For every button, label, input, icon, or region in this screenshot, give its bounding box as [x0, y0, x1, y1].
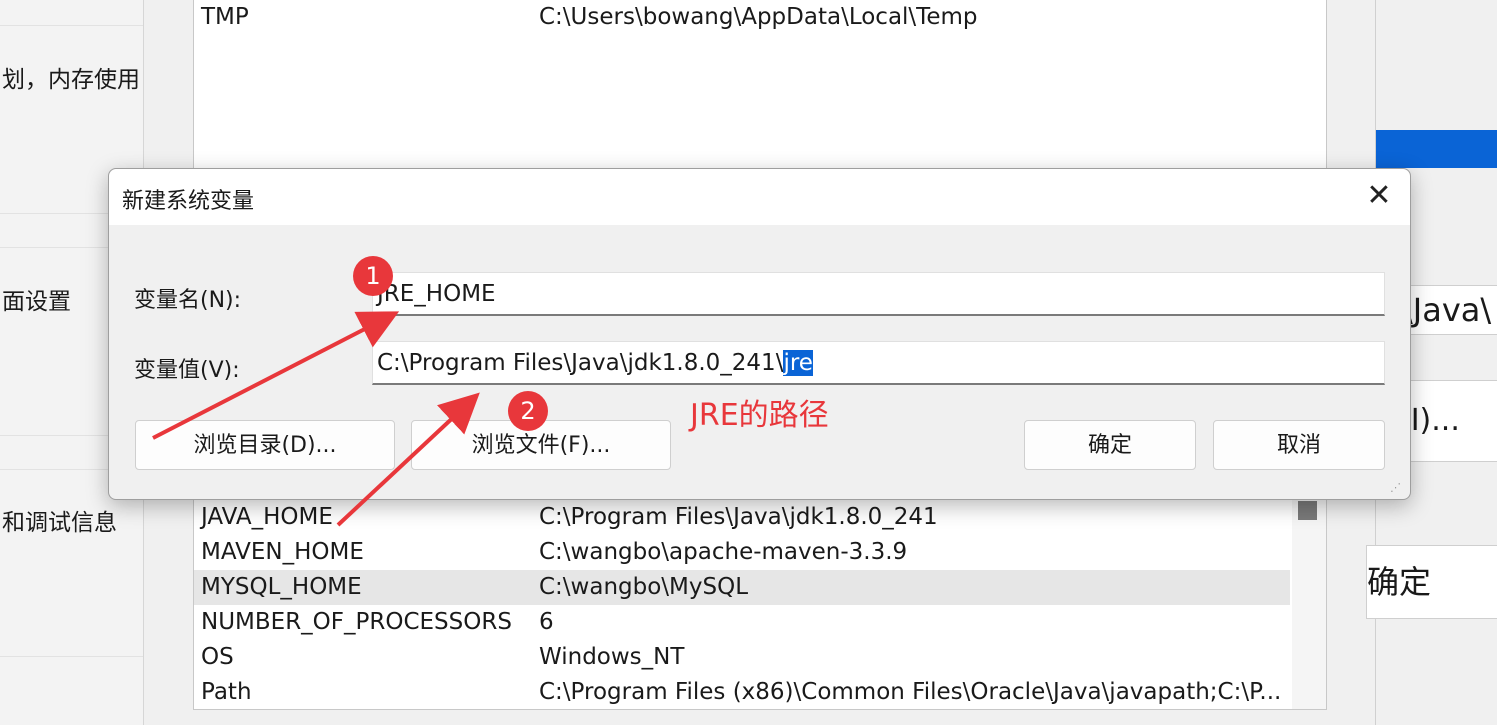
button-label: (I)... — [1407, 403, 1460, 438]
browse-directory-button[interactable]: 浏览目录(D)... — [135, 420, 395, 470]
divider — [0, 25, 143, 26]
table-row[interactable]: OS Windows_NT — [194, 640, 1290, 675]
resize-grip-icon[interactable]: ⋰ — [1390, 481, 1404, 495]
variable-name-label: 变量名(N): — [134, 288, 242, 313]
variable-value: Windows_NT — [539, 644, 685, 670]
annotation-label: JRE的路径 — [690, 398, 829, 433]
vertical-scrollbar[interactable] — [1292, 499, 1326, 709]
table-row[interactable]: MYSQL_HOME C:\wangbo\MySQL — [194, 570, 1290, 605]
dialog-titlebar: 新建系统变量 ✕ — [109, 169, 1410, 225]
variable-value: C:\Program Files\Java\jdk1.8.0_241 — [539, 504, 938, 530]
input-value-prefix: C:\Program Files\Java\jdk1.8.0_241\ — [377, 350, 784, 376]
variable-name: MAVEN_HOME — [201, 539, 364, 565]
dialog-title: 新建系统变量 — [122, 189, 255, 214]
settings-text: 面设置 — [2, 289, 71, 315]
variable-value: C:\Users\bowang\AppData\Local\Temp — [539, 4, 978, 30]
variable-value: C:\wangbo\MySQL — [539, 574, 749, 600]
variable-name: OS — [201, 644, 234, 670]
table-row[interactable]: MAVEN_HOME C:\wangbo\apache-maven-3.3.9 — [194, 535, 1290, 570]
divider — [0, 656, 143, 657]
system-variables-list[interactable]: JAVA_HOME C:\Program Files\Java\jdk1.8.0… — [193, 498, 1327, 710]
button-label: 确定 — [1367, 563, 1432, 601]
annotation-badge-1: 1 — [353, 256, 393, 296]
path-field[interactable]: \Java\ — [1406, 285, 1497, 335]
variable-value: 6 — [539, 609, 554, 635]
table-row[interactable]: NUMBER_OF_PROCESSORS 6 — [194, 605, 1290, 640]
browse-button[interactable]: (I)... — [1406, 380, 1497, 462]
annotation-badge-2: 2 — [508, 391, 548, 431]
variable-value-input[interactable]: C:\Program Files\Java\jdk1.8.0_241\jre — [372, 341, 1385, 385]
variable-value: C:\Program Files (x86)\Common Files\Orac… — [539, 679, 1282, 705]
browse-file-button[interactable]: 浏览文件(F)... — [411, 420, 671, 470]
variable-value-label: 变量值(V): — [134, 358, 240, 383]
settings-text: 划，内存使用 — [2, 67, 140, 93]
variable-name: Path — [201, 679, 252, 705]
variable-name: MYSQL_HOME — [201, 574, 362, 600]
variable-name: NUMBER_OF_PROCESSORS — [201, 609, 512, 635]
ok-button[interactable]: 确定 — [1366, 545, 1497, 619]
path-fragment: \Java\ — [1406, 291, 1492, 329]
input-value: JRE_HOME — [377, 281, 496, 307]
table-row[interactable]: TMP C:\Users\bowang\AppData\Local\Temp — [194, 0, 1290, 35]
table-row[interactable]: Path C:\Program Files (x86)\Common Files… — [194, 675, 1290, 710]
selected-row-highlight — [1376, 130, 1497, 168]
settings-text: 和调试信息 — [2, 510, 117, 536]
variable-name-input[interactable]: JRE_HOME — [372, 272, 1385, 316]
cancel-button[interactable]: 取消 — [1213, 420, 1385, 470]
ok-button[interactable]: 确定 — [1024, 420, 1196, 470]
user-variables-list[interactable]: TMP C:\Users\bowang\AppData\Local\Temp — [193, 0, 1327, 173]
close-icon[interactable]: ✕ — [1359, 177, 1399, 217]
variable-name: JAVA_HOME — [201, 504, 333, 530]
table-row[interactable]: JAVA_HOME C:\Program Files\Java\jdk1.8.0… — [194, 500, 1290, 535]
selected-text: jre — [783, 350, 813, 376]
scrollbar-thumb[interactable] — [1298, 501, 1317, 520]
new-system-variable-dialog: 新建系统变量 ✕ 变量名(N): JRE_HOME 变量值(V): C:\Pro… — [108, 168, 1411, 500]
variable-value: C:\wangbo\apache-maven-3.3.9 — [539, 539, 908, 565]
variable-name: TMP — [201, 4, 249, 30]
